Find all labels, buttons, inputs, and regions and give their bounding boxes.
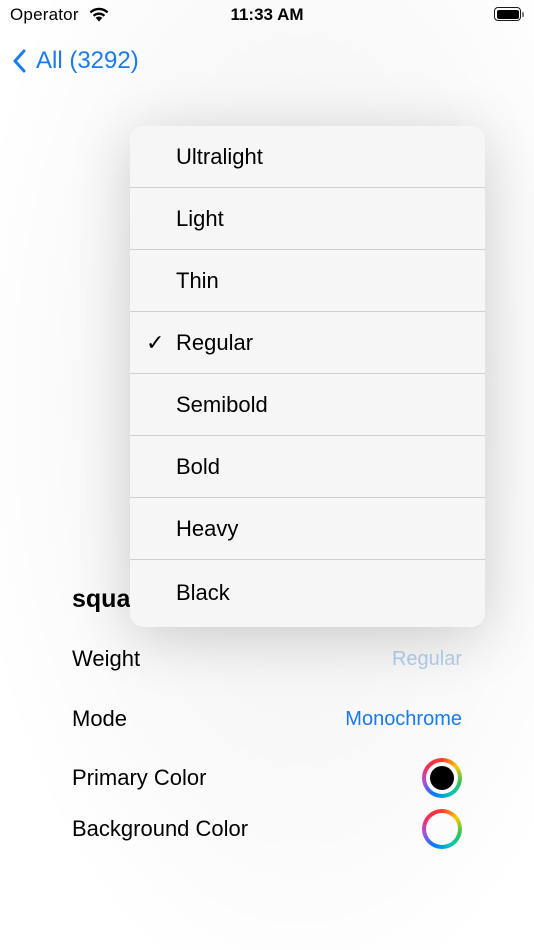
battery-icon: [494, 7, 524, 21]
back-label: All (3292): [36, 47, 139, 74]
clock: 11:33 AM: [230, 5, 304, 24]
back-button[interactable]: All (3292): [12, 44, 139, 78]
menu-item-bold[interactable]: Bold: [130, 436, 485, 498]
background-color-row[interactable]: Background Color: [72, 809, 462, 849]
mode-value[interactable]: Monochrome: [345, 708, 462, 731]
checkmark-icon: ✓: [146, 329, 165, 355]
primary-color-swatch: [430, 766, 454, 790]
menu-item-semibold[interactable]: Semibold: [130, 374, 485, 436]
menu-item-ultralight[interactable]: Ultralight: [130, 126, 485, 188]
weight-menu: Ultralight Light Thin ✓ Regular Semibold…: [130, 126, 485, 627]
symbol-title: squa: [72, 585, 131, 613]
weight-value[interactable]: Regular: [392, 648, 462, 671]
primary-color-label: Primary Color: [72, 765, 207, 790]
menu-item-regular[interactable]: ✓ Regular: [130, 312, 485, 374]
mode-label: Mode: [72, 706, 128, 731]
menu-item-light[interactable]: Light: [130, 188, 485, 250]
menu-item-heavy[interactable]: Heavy: [130, 498, 485, 560]
mode-row[interactable]: Mode Monochrome: [72, 699, 462, 739]
weight-row[interactable]: Weight Regular: [72, 639, 462, 679]
status-bar: Operator 11:33 AM: [0, 0, 534, 30]
menu-item-black[interactable]: Black: [130, 560, 485, 625]
background-color-label: Background Color: [72, 816, 249, 841]
weight-label: Weight: [72, 646, 141, 671]
primary-color-well[interactable]: [422, 758, 462, 798]
primary-color-row[interactable]: Primary Color: [72, 758, 462, 798]
chevron-left-icon: [13, 49, 26, 73]
background-color-well[interactable]: [422, 809, 462, 849]
menu-item-thin[interactable]: Thin: [130, 250, 485, 312]
